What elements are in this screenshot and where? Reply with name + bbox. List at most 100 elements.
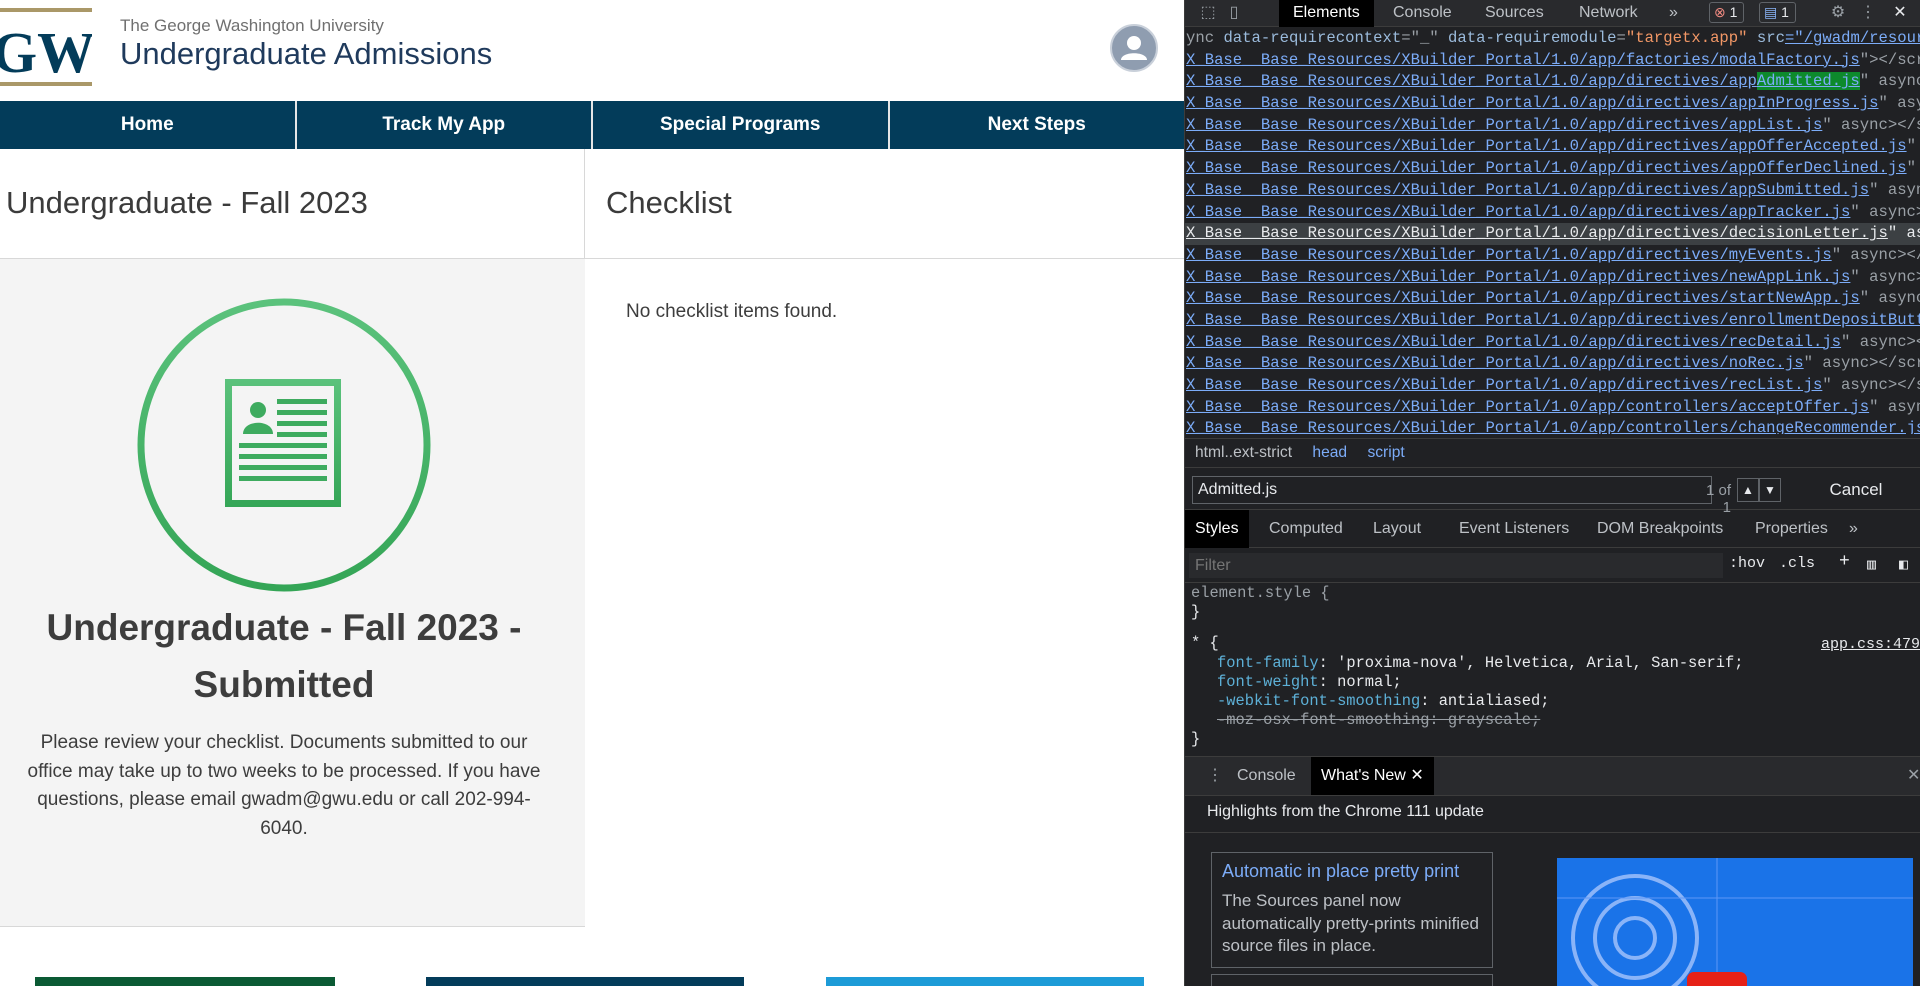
devtools-toolbar: ⬚ ▯ Elements Console Sources Network » ⊗…	[1185, 0, 1920, 27]
status-message: Please review your checklist. Documents …	[27, 732, 541, 839]
error-badge[interactable]: ⊗ 1	[1709, 2, 1745, 23]
checklist-column: Checklist No checklist items found.	[585, 149, 1184, 927]
bottom-tile-3[interactable]	[826, 977, 1144, 986]
dom-line[interactable]: X_Base__Base_Resources/XBuilder_Portal/1…	[1185, 310, 1920, 332]
dom-line[interactable]: X_Base__Base_Resources/XBuilder_Portal/1…	[1185, 202, 1920, 224]
rule-prop-font-family[interactable]: font-family: 'proxima-nova', Helvetica, …	[1185, 654, 1920, 673]
new-rule-icon[interactable]: +	[1839, 552, 1850, 572]
bottom-tile-2[interactable]	[426, 977, 744, 986]
rule-close: }	[1191, 603, 1201, 622]
dom-line[interactable]: X_Base__Base_Resources/XBuilder_Portal/1…	[1185, 93, 1920, 115]
dom-line[interactable]: X_Base__Base_Resources/XBuilder_Portal/1…	[1185, 115, 1920, 137]
dom-line[interactable]: X_Base__Base_Resources/XBuilder_Portal/1…	[1185, 332, 1920, 354]
more-styles-tabs-button[interactable]: »	[1839, 510, 1868, 548]
styles-filter-row: :hov .cls + ▥ ◧	[1185, 548, 1920, 583]
nav-track-my-app[interactable]: Track My App	[297, 101, 593, 149]
tab-event-listeners[interactable]: Event Listeners	[1449, 510, 1579, 548]
styles-filter-input[interactable]	[1189, 553, 1723, 578]
close-devtools-icon[interactable]: ✕	[1889, 2, 1911, 24]
main-nav: Home Track My App Special Programs Next …	[0, 101, 1184, 149]
nav-special-programs[interactable]: Special Programs	[593, 101, 890, 149]
site-title: Undergraduate Admissions	[120, 36, 493, 71]
dom-tree[interactable]: ync data-requirecontext="_" data-require…	[1185, 28, 1920, 434]
message-icon: ▤	[1764, 4, 1778, 20]
card-body: The Sources panel now automatically pret…	[1222, 891, 1479, 955]
site-header: GW The George Washington University Unde…	[0, 0, 1184, 101]
whats-new-card[interactable]: Automatic in place pretty print The Sour…	[1211, 852, 1493, 968]
drawer-tab-console[interactable]: Console	[1227, 757, 1306, 795]
rule-selector-element-style[interactable]: element.style {	[1185, 584, 1920, 603]
breadcrumb-html[interactable]: html..ext-strict	[1195, 444, 1292, 461]
rule-close-2: }	[1191, 730, 1201, 749]
tab-properties[interactable]: Properties	[1745, 510, 1838, 548]
document-profile-icon	[137, 298, 431, 592]
application-heading: Undergraduate - Fall 2023	[0, 149, 584, 259]
bottom-tile-1[interactable]	[35, 977, 335, 986]
tab-sources[interactable]: Sources	[1471, 0, 1558, 27]
tab-computed[interactable]: Computed	[1259, 510, 1353, 548]
admissions-portal: GW The George Washington University Unde…	[0, 0, 1184, 986]
rule-prop-font-smoothing[interactable]: -webkit-font-smoothing: antialiased;	[1185, 692, 1920, 711]
rule-gap	[1185, 622, 1920, 634]
gw-logo[interactable]: GW	[0, 8, 92, 86]
card-title[interactable]: Automatic in place pretty print	[1222, 861, 1482, 882]
nav-home[interactable]: Home	[0, 101, 297, 149]
more-options-icon[interactable]: ⋮	[1857, 2, 1879, 24]
dom-line[interactable]: X_Base__Base_Resources/XBuilder_Portal/1…	[1185, 288, 1920, 310]
breadcrumb-script[interactable]: script	[1367, 444, 1404, 461]
dom-line[interactable]: X_Base__Base_Resources/XBuilder_Portal/1…	[1185, 245, 1920, 267]
dom-line[interactable]: X_Base__Base_Resources/XBuilder_Portal/1…	[1185, 180, 1920, 202]
dom-breadcrumbs: html..ext-strict head script	[1185, 438, 1920, 468]
close-drawer-icon[interactable]: ✕	[1897, 757, 1920, 795]
device-toolbar-icon[interactable]: ▯	[1223, 2, 1245, 24]
rule-prop-font-weight[interactable]: font-weight: normal;	[1185, 673, 1920, 692]
whats-new-heading: Highlights from the Chrome 111 update	[1207, 803, 1484, 820]
dom-line[interactable]: X_Base__Base_Resources/XBuilder_Portal/1…	[1185, 50, 1920, 72]
dom-line[interactable]: X_Base__Base_Resources/XBuilder_Portal/1…	[1185, 353, 1920, 375]
dom-line[interactable]: ync data-requirecontext="_" data-require…	[1185, 28, 1920, 50]
styles-rules: element.style { } * { font-family: 'prox…	[1185, 584, 1920, 756]
rule-prop-moz-smoothing[interactable]: -moz-osx-font-smoothing: grayscale;	[1185, 711, 1920, 730]
class-toggle-button[interactable]: .cls	[1779, 555, 1815, 572]
breadcrumb-head[interactable]: head	[1312, 444, 1347, 461]
dom-line[interactable]: X_Base__Base_Resources/XBuilder_Portal/1…	[1185, 71, 1920, 93]
tab-console[interactable]: Console	[1379, 0, 1466, 27]
rule-source-link[interactable]: app.css:479	[1821, 636, 1920, 653]
nav-next-steps[interactable]: Next Steps	[890, 101, 1185, 149]
user-avatar-icon[interactable]	[1110, 24, 1158, 72]
dom-line[interactable]: X_Base__Base_Resources/XBuilder_Portal/1…	[1185, 136, 1920, 158]
screen: { "site": { "university": "The George Wa…	[0, 0, 1920, 986]
dom-line[interactable]: X_Base__Base_Resources/XBuilder_Portal/1…	[1185, 397, 1920, 419]
search-next-icon[interactable]: ▼	[1759, 478, 1781, 502]
message-count: 1	[1781, 4, 1789, 20]
settings-gear-icon[interactable]: ⚙	[1827, 2, 1849, 24]
whats-new-video-thumbnail[interactable]	[1557, 858, 1913, 986]
message-badge[interactable]: ▤ 1	[1759, 2, 1796, 23]
paint-brush-icon[interactable]: ▥	[1867, 555, 1876, 574]
whats-new-card-2[interactable]	[1211, 974, 1493, 986]
dom-line[interactable]: X_Base__Base_Resources/XBuilder_Portal/1…	[1185, 375, 1920, 397]
search-cancel-button[interactable]: Cancel	[1797, 476, 1915, 504]
dom-search-input[interactable]	[1192, 476, 1712, 504]
university-name: The George Washington University	[120, 16, 384, 35]
drawer-tab-whats-new[interactable]: What's New ✕	[1311, 757, 1434, 795]
tab-layout[interactable]: Layout	[1363, 510, 1431, 548]
tab-dom-breakpoints[interactable]: DOM Breakpoints	[1587, 510, 1733, 548]
dom-search-bar: 1 of 1 ▲ ▼ Cancel	[1185, 470, 1920, 516]
status-panel: Undergraduate - Fall 2023 - Submitted Pl…	[0, 259, 585, 927]
close-tab-icon: ✕	[1410, 767, 1424, 784]
tab-styles[interactable]: Styles	[1185, 510, 1249, 548]
checklist-empty-message: No checklist items found.	[626, 301, 838, 322]
hover-state-button[interactable]: :hov	[1729, 555, 1765, 572]
tab-network[interactable]: Network	[1565, 0, 1652, 27]
inspect-element-icon[interactable]: ⬚	[1197, 2, 1219, 24]
search-prev-icon[interactable]: ▲	[1737, 478, 1759, 502]
dom-line[interactable]: X_Base__Base_Resources/XBuilder_Portal/1…	[1185, 223, 1920, 245]
rule-selector-universal[interactable]: * {	[1185, 634, 1920, 653]
more-tabs-button[interactable]: »	[1655, 0, 1692, 27]
dom-line[interactable]: X_Base__Base_Resources/XBuilder_Portal/1…	[1185, 158, 1920, 180]
dom-line[interactable]: X_Base__Base_Resources/XBuilder_Portal/1…	[1185, 267, 1920, 289]
dom-line[interactable]: X_Base__Base_Resources/XBuilder_Portal/1…	[1185, 418, 1920, 434]
sidebar-toggle-icon[interactable]: ◧	[1899, 555, 1908, 574]
tab-elements[interactable]: Elements	[1279, 0, 1374, 27]
